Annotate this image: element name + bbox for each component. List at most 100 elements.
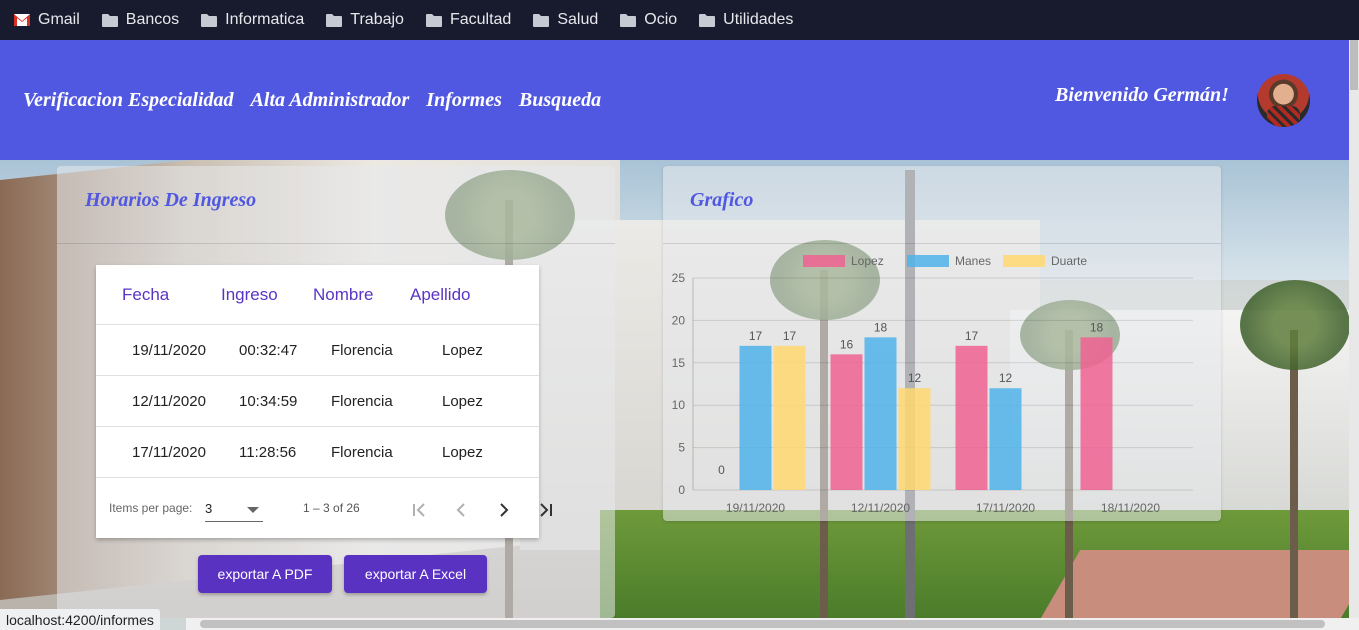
data-label: 12 bbox=[999, 371, 1013, 385]
bookmark-utilidades[interactable]: Utilidades bbox=[699, 11, 793, 29]
main-nav: Verificacion Especialidad Alta Administr… bbox=[23, 89, 601, 112]
bar-lopez bbox=[955, 345, 988, 490]
data-label: 18 bbox=[874, 320, 888, 334]
cell-nombre: Florencia bbox=[331, 393, 393, 410]
column-header-nombre[interactable]: Nombre bbox=[313, 285, 373, 305]
previous-page-button[interactable] bbox=[447, 496, 475, 524]
y-tick-label: 20 bbox=[672, 313, 686, 327]
x-tick-label: 19/11/2020 bbox=[726, 501, 785, 515]
paginator: Items per page: 3 1 – 3 of 26 bbox=[96, 477, 552, 538]
bar-chart: 0 5 10 15 20 25 0 17 17 19/11/2020 16 18 12 12/11/202… bbox=[672, 254, 1193, 515]
next-page-button[interactable] bbox=[490, 496, 518, 524]
folder-icon bbox=[101, 13, 118, 27]
export-excel-button[interactable]: exportar A Excel bbox=[344, 555, 487, 593]
status-url: localhost:4200/informes bbox=[0, 609, 160, 630]
bookmark-bancos[interactable]: Bancos bbox=[101, 11, 180, 29]
x-tick-label: 12/11/2020 bbox=[851, 501, 910, 515]
cell-fecha: 17/11/2020 bbox=[132, 444, 206, 461]
cell-fecha: 12/11/2020 bbox=[132, 393, 206, 410]
bookmark-informatica[interactable]: Informatica bbox=[201, 11, 304, 29]
table-row: 17/11/2020 11:28:56 Florencia Lopez bbox=[96, 426, 539, 477]
legend-swatch-manes bbox=[907, 255, 949, 267]
card-divider bbox=[57, 243, 615, 244]
items-per-page-label: Items per page: bbox=[109, 501, 193, 515]
bookmark-label: Facultad bbox=[449, 11, 512, 28]
ingresos-table: Fecha Ingreso Nombre Apellido 19/11/2020… bbox=[96, 265, 552, 538]
last-page-icon bbox=[540, 503, 552, 517]
folder-icon bbox=[326, 13, 343, 27]
data-label: 17 bbox=[749, 329, 763, 343]
column-header-ingreso[interactable]: Ingreso bbox=[221, 285, 278, 305]
y-tick-label: 15 bbox=[672, 356, 686, 370]
nav-alta-administrador[interactable]: Alta Administrador bbox=[251, 89, 410, 112]
bookmark-label: Bancos bbox=[125, 11, 180, 28]
page-range-label: 1 – 3 of 26 bbox=[303, 501, 360, 515]
cell-nombre: Florencia bbox=[331, 444, 393, 461]
cell-fecha: 19/11/2020 bbox=[132, 342, 206, 359]
export-pdf-button[interactable]: exportar A PDF bbox=[198, 555, 332, 593]
y-tick-label: 0 bbox=[678, 483, 685, 497]
cell-apellido: Lopez bbox=[442, 393, 483, 410]
gmail-icon bbox=[14, 14, 30, 26]
bookmark-facultad[interactable]: Facultad bbox=[425, 11, 512, 29]
data-label: 17 bbox=[783, 329, 797, 343]
cell-ingreso: 10:34:59 bbox=[239, 393, 298, 410]
legend-label-lopez: Lopez bbox=[851, 254, 884, 268]
items-per-page-value: 3 bbox=[205, 501, 213, 516]
bookmark-salud[interactable]: Salud bbox=[533, 11, 598, 29]
first-page-icon bbox=[413, 503, 425, 517]
cell-ingreso: 00:32:47 bbox=[239, 342, 298, 359]
table-row: 12/11/2020 10:34:59 Florencia Lopez bbox=[96, 375, 539, 426]
bookmark-gmail[interactable]: Gmail bbox=[14, 11, 80, 29]
folder-icon bbox=[201, 13, 218, 27]
x-tick-label: 18/11/2020 bbox=[1101, 501, 1160, 515]
nav-verificacion-especialidad[interactable]: Verificacion Especialidad bbox=[23, 89, 234, 112]
bar-manes bbox=[989, 388, 1022, 490]
bookmark-label: Utilidades bbox=[723, 11, 794, 28]
chevron-left-icon bbox=[456, 503, 465, 517]
bar-duarte bbox=[773, 345, 806, 490]
bookmark-trabajo[interactable]: Trabajo bbox=[326, 11, 404, 29]
vertical-scroll-thumb[interactable] bbox=[1350, 40, 1358, 90]
cell-apellido: Lopez bbox=[442, 444, 483, 461]
legend-swatch-duarte bbox=[1003, 255, 1045, 267]
bookmark-label: Trabajo bbox=[350, 11, 404, 28]
horizontal-scroll-thumb[interactable] bbox=[200, 620, 1325, 628]
vertical-scrollbar[interactable] bbox=[1349, 40, 1359, 618]
data-label: 18 bbox=[1090, 320, 1104, 334]
nav-busqueda[interactable]: Busqueda bbox=[519, 89, 601, 112]
column-header-apellido[interactable]: Apellido bbox=[410, 285, 471, 305]
y-tick-label: 25 bbox=[672, 271, 686, 285]
cell-apellido: Lopez bbox=[442, 342, 483, 359]
folder-icon bbox=[699, 13, 716, 27]
bookmarks-bar: Gmail Bancos Informatica Trabajo Faculta… bbox=[0, 0, 1359, 40]
bookmark-label: Gmail bbox=[38, 11, 80, 28]
bookmark-label: Ocio bbox=[644, 11, 678, 28]
data-label: 17 bbox=[965, 329, 979, 343]
legend-label-manes: Manes bbox=[955, 254, 991, 268]
bar-manes bbox=[739, 345, 772, 490]
bookmark-ocio[interactable]: Ocio bbox=[620, 11, 677, 29]
app-header: Verificacion Especialidad Alta Administr… bbox=[0, 40, 1359, 160]
folder-icon bbox=[620, 13, 637, 27]
legend-label-duarte: Duarte bbox=[1051, 254, 1087, 268]
bar-lopez bbox=[1080, 337, 1113, 490]
bar-duarte bbox=[898, 388, 931, 490]
column-header-fecha[interactable]: Fecha bbox=[122, 285, 169, 305]
data-label: 0 bbox=[718, 463, 725, 477]
first-page-button[interactable] bbox=[405, 496, 433, 524]
table-row: 19/11/2020 00:32:47 Florencia Lopez bbox=[96, 324, 539, 375]
y-tick-label: 5 bbox=[678, 441, 685, 455]
bookmark-label: Informatica bbox=[225, 11, 305, 28]
cell-ingreso: 11:28:56 bbox=[239, 444, 297, 461]
bookmark-label: Salud bbox=[557, 11, 599, 28]
last-page-button[interactable] bbox=[532, 496, 560, 524]
items-per-page-select[interactable]: 3 bbox=[205, 498, 263, 522]
chevron-right-icon bbox=[500, 503, 509, 517]
dropdown-arrow-icon bbox=[247, 507, 259, 513]
folder-icon bbox=[425, 13, 442, 27]
user-avatar[interactable] bbox=[1257, 74, 1310, 127]
welcome-message: Bienvenido Germán! bbox=[1055, 84, 1229, 106]
y-tick-label: 10 bbox=[672, 398, 686, 412]
nav-informes[interactable]: Informes bbox=[426, 89, 502, 112]
